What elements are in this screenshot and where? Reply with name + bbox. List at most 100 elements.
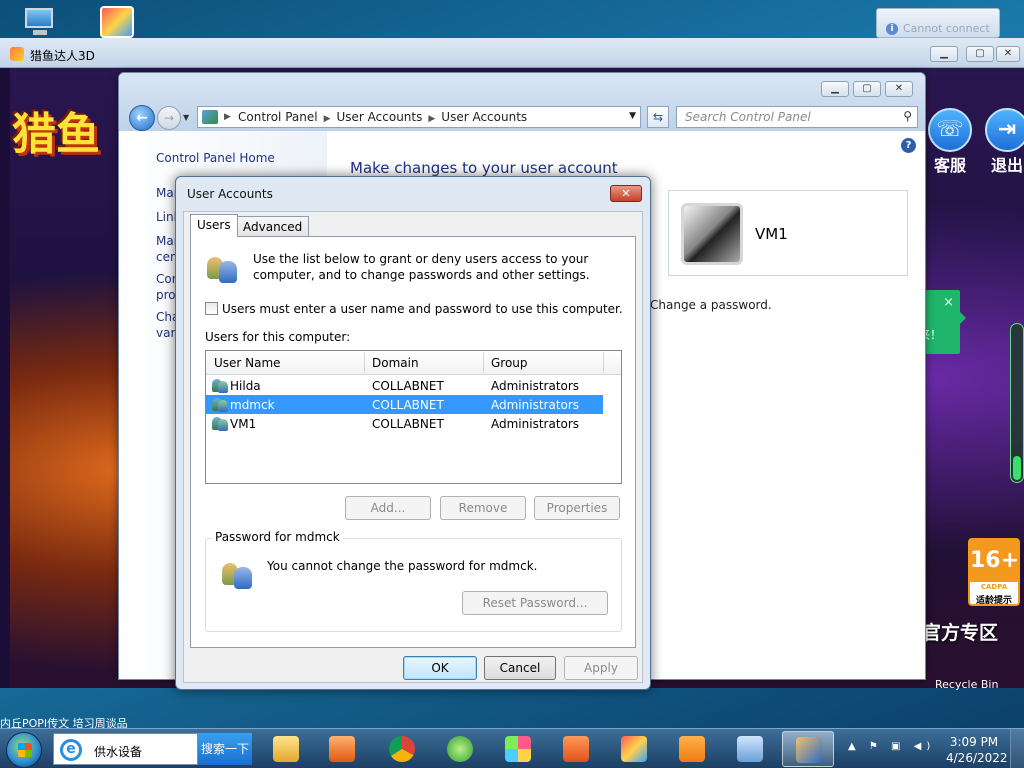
age-rating-number: 16+ bbox=[970, 540, 1019, 582]
list-item[interactable]: Hilda COLLABNET Administrators bbox=[206, 376, 603, 395]
column-domain[interactable]: Domain bbox=[372, 356, 419, 370]
official-zone-link[interactable]: 官方专区 bbox=[922, 618, 998, 645]
toast-close-icon[interactable]: × bbox=[943, 292, 954, 314]
list-header: User Name Domain Group bbox=[206, 351, 621, 375]
control-panel-chrome[interactable]: ▁ ▢ ✕ ← → ▼ ▶ Control Panel ▶ User Account… bbox=[119, 73, 925, 131]
taskbar-control-panel[interactable] bbox=[724, 731, 776, 767]
require-login-checkbox[interactable]: Users must enter a user name and passwor… bbox=[205, 302, 623, 316]
chrome-icon bbox=[389, 736, 415, 762]
back-button[interactable]: ← bbox=[129, 105, 155, 131]
list-item[interactable]: VM1 COLLABNET Administrators bbox=[206, 414, 603, 433]
address-bar[interactable]: ▶ Control Panel ▶ User Accounts ▶ User Accou… bbox=[197, 106, 641, 128]
search-input[interactable]: Search Control Panel ⚲ bbox=[676, 106, 918, 128]
taskbar-game[interactable] bbox=[608, 731, 660, 767]
exit-label: 退出 bbox=[990, 156, 1023, 175]
minimize-button[interactable]: ▁ bbox=[930, 46, 958, 62]
taskbar-media-player[interactable] bbox=[316, 731, 368, 767]
notification-text: Cannot connect bbox=[903, 22, 990, 35]
game-titlebar[interactable]: 猎鱼达人3D ▁ ▢ ✕ bbox=[0, 38, 1024, 68]
green-browser-icon bbox=[447, 736, 473, 762]
forward-button[interactable]: → bbox=[157, 106, 181, 130]
system-tray[interactable]: ▲ ⚑ ▣ ◀) bbox=[848, 741, 935, 752]
account-name: VM1 bbox=[755, 225, 788, 243]
windows-logo-icon bbox=[18, 743, 32, 757]
domain-cell: COLLABNET bbox=[372, 417, 444, 431]
dialog-content: Users Advanced Use the list below to gra… bbox=[183, 211, 643, 683]
colorful-app-icon bbox=[505, 736, 531, 762]
cancel-button[interactable]: Cancel bbox=[484, 656, 556, 680]
taskbar-explorer[interactable] bbox=[260, 731, 312, 767]
change-password-link[interactable]: Change a password. bbox=[650, 298, 772, 312]
taskbar-chrome[interactable] bbox=[376, 731, 428, 767]
dialog-title: User Accounts bbox=[187, 187, 273, 201]
user-icon bbox=[212, 397, 228, 412]
taskbar-pdf-reader[interactable] bbox=[550, 731, 602, 767]
checkbox-label: Users must enter a user name and passwor… bbox=[222, 302, 623, 316]
search-icon[interactable]: ⚲ bbox=[903, 109, 912, 123]
age-hint: 适龄提示 bbox=[975, 596, 1012, 606]
show-desktop-button[interactable] bbox=[1010, 729, 1024, 768]
checkbox-box[interactable] bbox=[205, 302, 218, 315]
account-card: VM1 bbox=[668, 190, 908, 276]
list-item-selected[interactable]: mdmck COLLABNET Administrators bbox=[206, 395, 603, 414]
media-player-icon bbox=[329, 736, 355, 762]
user-accounts-dialog: User Accounts ✕ Users Advanced Use the l… bbox=[175, 176, 651, 690]
ie-icon: e bbox=[60, 739, 82, 761]
user-name-cell: mdmck bbox=[230, 398, 275, 412]
user-password-icon bbox=[220, 557, 254, 589]
cp-close-button[interactable]: ✕ bbox=[885, 81, 913, 97]
history-dropdown-icon[interactable]: ▼ bbox=[183, 113, 189, 122]
computer-desktop-icon[interactable] bbox=[22, 6, 58, 38]
taskbar-search-button[interactable]: 搜索一下 bbox=[198, 733, 252, 765]
taskbar-search-input[interactable]: e 供水设备 bbox=[53, 733, 198, 765]
game-desktop-icon[interactable] bbox=[100, 6, 134, 38]
taskbar-pdf-tool[interactable] bbox=[666, 731, 718, 767]
left-nav-item-4[interactable]: Cor bbox=[156, 271, 177, 287]
intro-text: Use the list below to grant or deny user… bbox=[253, 252, 590, 282]
control-panel-home-link[interactable]: Control Panel Home bbox=[156, 151, 275, 165]
start-button[interactable] bbox=[6, 732, 42, 768]
taskbar-search-text: 供水设备 bbox=[94, 745, 143, 759]
column-user-name[interactable]: User Name bbox=[214, 356, 281, 370]
user-name-cell: Hilda bbox=[230, 379, 261, 393]
account-picture[interactable] bbox=[681, 203, 743, 265]
pdf-icon bbox=[563, 736, 589, 762]
cp-maximize-button[interactable]: ▢ bbox=[853, 81, 881, 97]
address-dropdown-icon[interactable]: ▼ bbox=[629, 111, 636, 121]
password-message: You cannot change the password for mdmck… bbox=[267, 559, 538, 573]
connection-notification[interactable]: i Cannot connect bbox=[876, 8, 1000, 38]
recycle-bin-label: Recycle Bin bbox=[935, 678, 999, 691]
breadcrumb-user-accounts[interactable]: User Accounts bbox=[337, 110, 423, 124]
apply-button[interactable]: Apply bbox=[564, 656, 638, 680]
users-list[interactable]: User Name Domain Group Hilda COLLABNET A… bbox=[205, 350, 622, 484]
password-group-legend: Password for mdmck bbox=[212, 530, 343, 544]
search-placeholder: Search Control Panel bbox=[685, 110, 811, 124]
maximize-button[interactable]: ▢ bbox=[966, 46, 994, 62]
column-group[interactable]: Group bbox=[491, 356, 528, 370]
tab-users[interactable]: Users bbox=[190, 214, 238, 237]
close-button[interactable]: ✕ bbox=[996, 46, 1020, 62]
taskbar-browser-green[interactable] bbox=[434, 731, 486, 767]
taskbar-app-colorful[interactable] bbox=[492, 731, 544, 767]
refresh-button[interactable]: ⇆ bbox=[647, 106, 669, 128]
clock-time: 3:09 PM bbox=[949, 735, 999, 749]
control-panel-icon bbox=[202, 110, 218, 124]
tab-advanced[interactable]: Advanced bbox=[236, 216, 310, 237]
taskbar-clock[interactable]: 3:09 PM 4/26/2022 bbox=[946, 734, 1008, 766]
dialog-close-button[interactable]: ✕ bbox=[610, 185, 642, 202]
reset-password-button[interactable]: Reset Password... bbox=[462, 591, 608, 615]
properties-button[interactable]: Properties bbox=[534, 496, 620, 520]
add-user-button[interactable]: Add... bbox=[345, 496, 431, 520]
side-slider[interactable] bbox=[1010, 323, 1024, 483]
exit-button[interactable]: ⇥ 退出 bbox=[972, 108, 1024, 178]
cp-minimize-button[interactable]: ▁ bbox=[821, 81, 849, 97]
remove-user-button[interactable]: Remove bbox=[440, 496, 526, 520]
breadcrumb-control-panel[interactable]: Control Panel bbox=[238, 110, 318, 124]
taskbar-user-accounts[interactable] bbox=[782, 731, 834, 767]
user-name-cell: VM1 bbox=[230, 417, 257, 431]
help-icon[interactable]: ? bbox=[901, 138, 916, 153]
info-icon: i bbox=[886, 23, 898, 35]
group-cell: Administrators bbox=[491, 379, 580, 393]
ok-button[interactable]: OK bbox=[403, 656, 477, 680]
breadcrumb-user-accounts-current[interactable]: User Accounts bbox=[441, 110, 527, 124]
